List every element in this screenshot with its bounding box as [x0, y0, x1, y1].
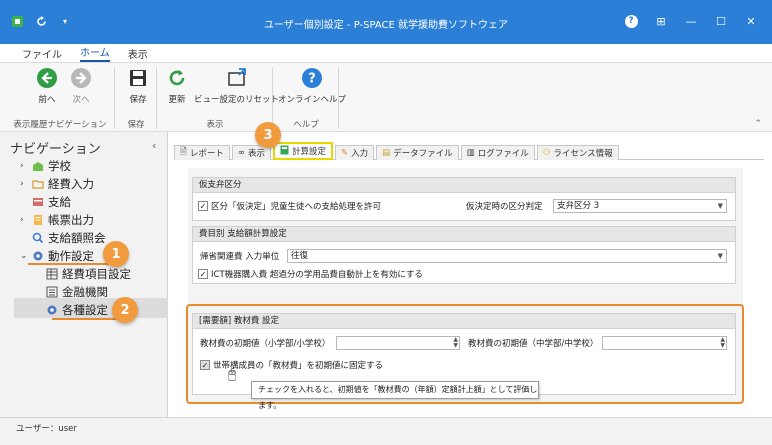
homecoming-unit-label: 帰省関連費 入力単位	[200, 252, 280, 262]
homecoming-unit-select[interactable]: 往復 ▼	[287, 249, 727, 263]
gear-icon	[46, 304, 58, 316]
ribbon-collapse-icon[interactable]: ⌃	[754, 119, 762, 129]
minimize-button[interactable]: —	[676, 10, 706, 32]
layout-icon[interactable]: ⊞	[646, 10, 676, 32]
tab-license-info[interactable]: ⚇ ライセンス情報	[536, 145, 619, 160]
menu-view[interactable]: 表示	[128, 46, 148, 61]
gear-icon	[32, 250, 44, 262]
data-file-icon: ▤	[382, 148, 391, 158]
help-icon[interactable]: ?	[616, 10, 646, 32]
section-header: 仮支弁区分	[193, 178, 735, 193]
bank-icon	[46, 286, 58, 298]
sidebar-item-operation-settings[interactable]: ⌄ 動作設定	[20, 248, 94, 264]
refresh-button[interactable]: 更新	[166, 67, 188, 105]
ribbon-separator	[338, 67, 339, 129]
annotation-badge-2: 2	[112, 297, 138, 323]
back-arrow-icon	[36, 67, 58, 89]
sidebar-item-payment[interactable]: 支給	[20, 194, 71, 210]
license-icon: ⚇	[542, 148, 551, 158]
school-icon	[32, 160, 44, 172]
menu-home[interactable]: ホーム	[80, 44, 110, 62]
tab-report[interactable]: 🗎 レポート	[174, 145, 230, 160]
reset-view-button[interactable]: ビュー設定のリセット	[194, 67, 279, 105]
group-save: 保存	[127, 120, 145, 130]
group-help: ヘルプ	[293, 120, 319, 130]
expand-arrow-icon[interactable]: ›	[20, 161, 28, 171]
allow-provisional-checkbox[interactable]: ✓ 区分「仮決定」児童生徒への支給処理を許可	[198, 200, 381, 212]
tab-strip: 🗎 レポート ∞ 表示 計算設定 ✎ 入力 ▤ データファイル ▥ ログファイル…	[174, 142, 621, 160]
checkbox-box[interactable]: ✓	[198, 269, 208, 279]
tab-data-file[interactable]: ▤ データファイル	[376, 145, 459, 160]
checkbox-box[interactable]: ✓	[198, 201, 208, 211]
calculator-icon	[280, 145, 289, 158]
maximize-button[interactable]: ☐	[706, 10, 736, 32]
collapse-arrow-icon[interactable]: ⌄	[20, 251, 28, 261]
sidebar-item-various-settings[interactable]: 各種設定	[46, 302, 108, 318]
save-button[interactable]: 保存	[127, 67, 149, 105]
sidebar-item-school[interactable]: › 学校	[20, 158, 71, 174]
menu-bar: ファイル ホーム 表示	[0, 44, 772, 62]
save-disk-icon	[127, 67, 149, 89]
sidebar-title: ナビゲーション	[10, 142, 101, 157]
forward-button[interactable]: 次へ	[70, 67, 92, 105]
sidebar-item-expense-item-settings[interactable]: 経費項目設定	[46, 266, 131, 282]
tooltip: チェックを入れると、初期値を「教材費の（年額）定額計上額」として評価します。	[251, 381, 539, 410]
tab-log-file[interactable]: ▥ ログファイル	[460, 145, 535, 160]
title-bar: ▾ ユーザー個別設定 - P-SPACE 就学援助費ソフトウェア ? ⊞ — ☐…	[0, 0, 772, 44]
annotation-underline	[28, 263, 112, 265]
ict-auto-record-checkbox[interactable]: ✓ ICT機器購入費 超過分の学用品費自動計上を有効にする	[198, 268, 423, 280]
magnifier-icon	[32, 232, 44, 244]
log-file-icon: ▥	[466, 148, 475, 158]
ribbon-separator	[156, 67, 157, 129]
forward-arrow-icon	[70, 67, 92, 89]
status-bar: ユーザー：user	[0, 417, 772, 445]
ribbon-separator	[272, 67, 273, 129]
mouse-cursor-icon: 🖰	[228, 366, 237, 382]
payment-icon	[32, 196, 44, 208]
sidebar-item-expense-input[interactable]: › 経費入力	[20, 176, 94, 192]
glasses-icon: ∞	[237, 148, 245, 158]
ribbon-separator	[114, 67, 115, 129]
group-history-nav: 表示履歴ナビゲーション	[13, 120, 107, 130]
pencil-icon: ✎	[340, 148, 349, 158]
expand-arrow-icon[interactable]: ›	[20, 215, 28, 225]
view-reset-icon	[226, 67, 248, 89]
provisional-judge-select[interactable]: 支弁区分 3 ▼	[553, 199, 727, 213]
refresh-icon	[166, 67, 188, 89]
annotation-badge-1: 1	[103, 241, 129, 267]
back-button[interactable]: 前へ	[36, 67, 58, 105]
tab-calculation-settings[interactable]: 計算設定	[272, 142, 333, 160]
annotation-badge-3: 3	[255, 122, 281, 148]
report-icon	[32, 214, 44, 226]
provisional-judge-label: 仮決定時の区分判定	[466, 202, 543, 212]
annotation-underline	[52, 318, 122, 320]
section-header: 費目別 支給額計算設定	[193, 227, 735, 242]
menu-file[interactable]: ファイル	[22, 46, 62, 61]
dropdown-arrow-icon: ▼	[717, 202, 723, 210]
svg-text:?: ?	[308, 72, 316, 87]
sidebar-item-financial-institution[interactable]: 金融機関	[46, 284, 108, 300]
ribbon: 前へ 次へ 保存 更新 ビュー設定のリセット ? オンラインヘルプ 表示履歴ナビ…	[0, 62, 772, 132]
sidebar-item-report-output[interactable]: › 帳票出力	[20, 212, 94, 228]
status-user: ユーザー：user	[16, 424, 77, 434]
expand-arrow-icon[interactable]: ›	[20, 179, 28, 189]
sidebar-collapse-icon[interactable]: ‹	[152, 139, 156, 152]
table-icon	[46, 268, 58, 280]
tab-input[interactable]: ✎ 入力	[334, 145, 375, 160]
sidebar-item-payment-inquiry[interactable]: 支給額照会	[20, 230, 106, 246]
online-help-icon: ?	[301, 67, 323, 89]
close-button[interactable]: ✕	[736, 10, 766, 32]
dropdown-arrow-icon: ▼	[717, 252, 723, 260]
online-help-button[interactable]: ? オンラインヘルプ	[278, 67, 346, 105]
report-icon: 🗎	[180, 147, 187, 157]
folder-icon	[32, 178, 44, 190]
group-view: 表示	[206, 120, 224, 130]
